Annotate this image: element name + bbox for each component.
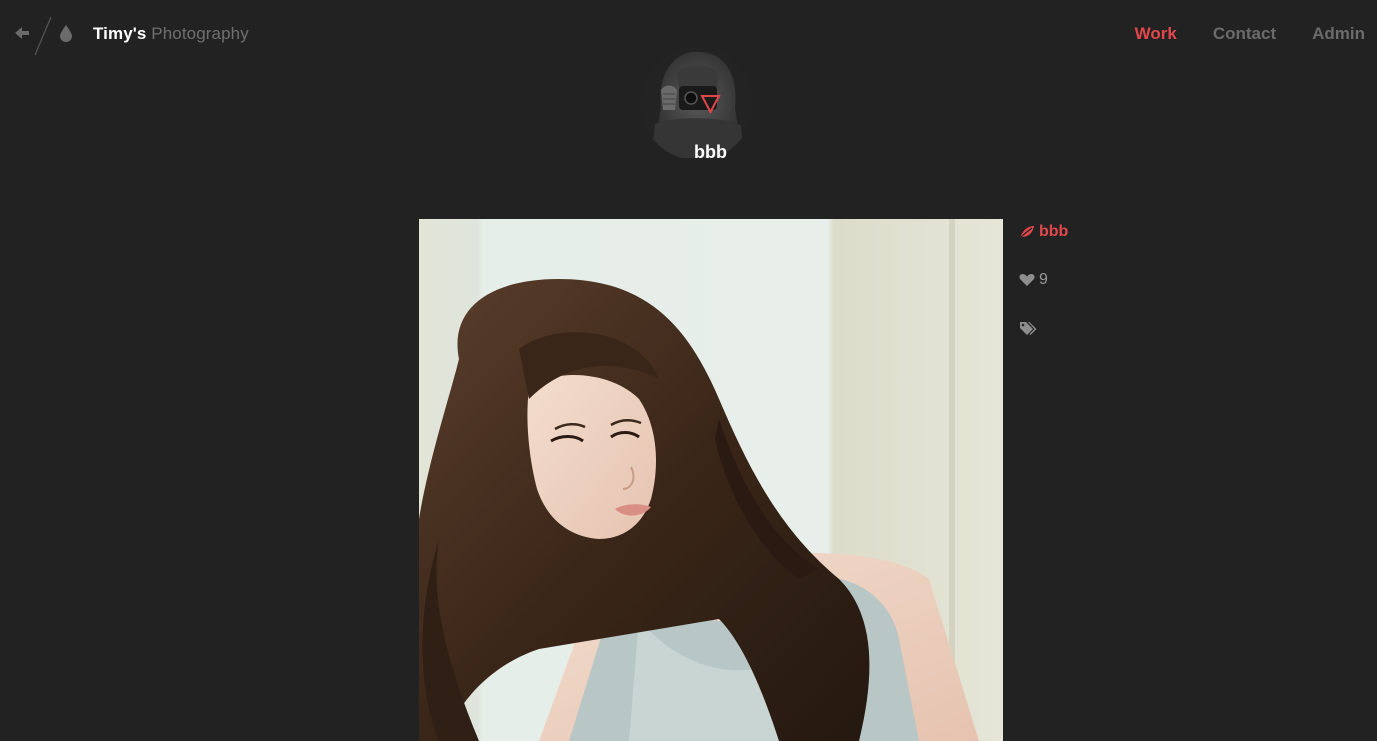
likes-count: 9: [1039, 271, 1048, 288]
drop-icon[interactable]: [60, 25, 72, 42]
heart-icon[interactable]: [1019, 273, 1035, 287]
site-brand[interactable]: Timy's Photography: [93, 24, 249, 44]
leaf-icon: [1019, 226, 1034, 239]
arrow-left-icon[interactable]: [13, 24, 31, 42]
tags-row: [1019, 318, 1068, 338]
divider-slash: [34, 16, 52, 56]
main-nav: Work Contact Admin: [1135, 24, 1365, 44]
author-name[interactable]: bbb: [0, 142, 1377, 163]
photo-title: bbb: [1039, 223, 1069, 240]
nav-work[interactable]: Work: [1135, 24, 1177, 44]
brand-suffix: Photography: [151, 24, 249, 43]
photo-title-row[interactable]: bbb: [1019, 222, 1068, 242]
likes-row[interactable]: 9: [1019, 270, 1068, 290]
tags-icon[interactable]: [1019, 321, 1037, 335]
nav-admin[interactable]: Admin: [1312, 24, 1365, 44]
nav-contact[interactable]: Contact: [1213, 24, 1276, 44]
brand-owner: Timy's: [93, 24, 147, 43]
photo-image[interactable]: [419, 219, 1003, 741]
photo-meta: bbb 9: [1019, 222, 1068, 366]
